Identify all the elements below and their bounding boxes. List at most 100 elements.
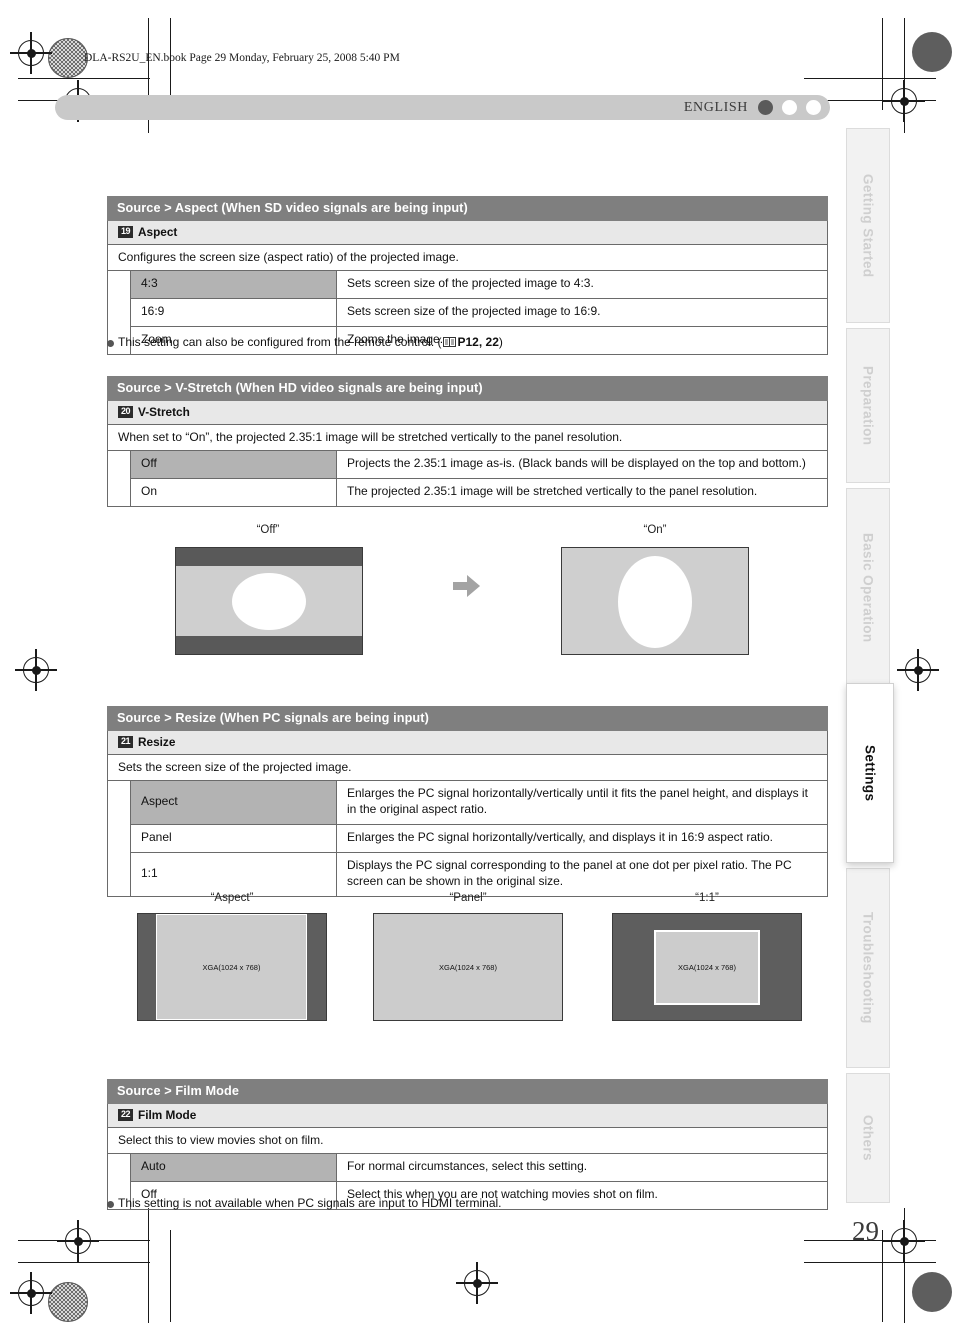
crop-line	[882, 18, 884, 110]
halftone-dot	[48, 1282, 88, 1322]
table-row: 4:3 Sets screen size of the projected im…	[107, 271, 828, 299]
page-indicator-dot-2	[782, 100, 797, 115]
sidebar-item-preparation[interactable]: Preparation	[846, 328, 890, 483]
option-description: Displays the PC signal corresponding to …	[336, 851, 828, 897]
solid-dot	[912, 32, 952, 72]
item-number-badge: 22	[118, 1109, 133, 1121]
sidebar-item-settings[interactable]: Settings	[846, 683, 894, 863]
section-vstretch: Source > V-Stretch (When HD video signal…	[107, 376, 828, 507]
option-name: 1:1	[130, 851, 337, 897]
section-subtitle: Aspect	[138, 225, 178, 239]
note-close-paren: )	[498, 335, 503, 349]
black-band-bottom	[176, 636, 362, 654]
tab-label: Basic Operation	[860, 533, 876, 643]
table-row: Auto For normal circumstances, select th…	[107, 1154, 828, 1182]
language-bar: ENGLISH	[55, 95, 830, 120]
illustration-caption-panel: “Panel”	[449, 892, 487, 904]
crop-line	[882, 1230, 884, 1322]
indent-cell	[107, 451, 131, 479]
signal-area: XGA(1024 x 768)	[374, 914, 562, 1020]
option-name: Off	[130, 451, 337, 479]
section-subheader: 22 Film Mode	[107, 1104, 828, 1128]
tab-label: Settings	[862, 744, 878, 802]
registration-mark	[10, 32, 52, 74]
section-subheader: 19 Aspect	[107, 221, 828, 245]
section-description: When set to “On”, the projected 2.35:1 i…	[107, 425, 828, 451]
crop-line	[804, 1262, 936, 1264]
indent-cell	[107, 1154, 131, 1182]
registration-mark	[10, 1272, 52, 1314]
registration-mark	[883, 80, 925, 122]
item-number-badge: 19	[118, 226, 133, 238]
signal-area: XGA(1024 x 768)	[156, 914, 307, 1020]
note-page-ref[interactable]: P12, 22	[458, 335, 499, 349]
option-description: Projects the 2.35:1 image as-is. (Black …	[336, 451, 828, 479]
illustration-caption-one-to-one: “1:1”	[695, 892, 719, 904]
table-row: Off Projects the 2.35:1 image as-is. (Bl…	[107, 451, 828, 479]
option-description: Enlarges the PC signal horizontally/vert…	[336, 823, 828, 853]
section-description: Configures the screen size (aspect ratio…	[107, 245, 828, 271]
signal-label: XGA(1024 x 768)	[439, 962, 497, 972]
item-number-badge: 20	[118, 406, 133, 418]
option-name: Aspect	[130, 781, 337, 825]
section-aspect: Source > Aspect (When SD video signals a…	[107, 196, 828, 355]
note-aspect: This setting can also be configured from…	[107, 335, 807, 349]
registration-mark	[883, 1220, 925, 1262]
indent-cell	[107, 824, 131, 853]
screen-vstretch-off	[175, 547, 363, 655]
screen-resize-one-to-one: XGA(1024 x 768)	[612, 913, 802, 1021]
section-film-mode: Source > Film Mode 22 Film Mode Select t…	[107, 1079, 828, 1210]
registration-mark	[57, 1220, 99, 1262]
side-tab-nav[interactable]: Getting Started Preparation Basic Operat…	[846, 128, 894, 1203]
illustration-caption-off: “Off”	[256, 524, 280, 536]
note-film-mode: This setting is not available when PC si…	[107, 1196, 807, 1210]
tab-label: Others	[860, 1115, 876, 1161]
book-icon	[442, 337, 456, 347]
note-text: This setting can also be configured from…	[118, 335, 442, 349]
options-table: Aspect Enlarges the PC signal horizontal…	[107, 781, 828, 897]
indent-cell	[107, 852, 131, 897]
section-subtitle: V-Stretch	[138, 405, 190, 419]
item-number-badge: 21	[118, 736, 133, 748]
signal-label: XGA(1024 x 768)	[202, 962, 261, 972]
tab-label: Getting Started	[860, 173, 876, 278]
sidebar-item-others[interactable]: Others	[846, 1073, 890, 1203]
section-title: Source > V-Stretch (When HD video signal…	[107, 376, 828, 401]
note-text: This setting is not available when PC si…	[118, 1196, 502, 1210]
sidebar-item-getting-started[interactable]: Getting Started	[846, 128, 890, 323]
tab-label: Preparation	[860, 365, 876, 446]
sidebar-item-basic-operation[interactable]: Basic Operation	[846, 488, 890, 688]
ellipse-shape	[618, 556, 692, 648]
option-description: The projected 2.35:1 image will be stret…	[336, 477, 828, 507]
table-row: 1:1 Displays the PC signal corresponding…	[107, 851, 828, 897]
circle-shape	[232, 573, 306, 630]
screen-resize-panel: XGA(1024 x 768)	[373, 913, 563, 1021]
language-label: ENGLISH	[683, 99, 748, 115]
signal-label: XGA(1024 x 768)	[678, 963, 736, 972]
file-header-line: DLA-RS2U_EN.book Page 29 Monday, Februar…	[84, 52, 400, 64]
table-row: Panel Enlarges the PC signal horizontall…	[107, 823, 828, 853]
section-title: Source > Aspect (When SD video signals a…	[107, 196, 828, 221]
sidebar-item-troubleshooting[interactable]: Troubleshooting	[846, 868, 890, 1068]
black-band-top	[176, 548, 362, 566]
section-subtitle: Resize	[138, 735, 176, 749]
illustration-caption-aspect: “Aspect”	[210, 892, 254, 904]
option-description: Enlarges the PC signal horizontally/vert…	[336, 781, 828, 825]
section-subtitle: Film Mode	[138, 1108, 197, 1122]
page-indicator-dot-3	[806, 100, 821, 115]
page-number: 29	[852, 1216, 879, 1246]
bullet-icon	[107, 1201, 114, 1208]
option-name: Panel	[130, 823, 337, 853]
section-description: Select this to view movies shot on film.	[107, 1128, 828, 1154]
screen-vstretch-on	[561, 547, 749, 655]
right-arrow-icon	[452, 573, 486, 606]
bullet-icon	[107, 340, 114, 347]
section-subheader: 20 V-Stretch	[107, 401, 828, 425]
section-subheader: 21 Resize	[107, 731, 828, 755]
option-description: Sets screen size of the projected image …	[336, 271, 828, 299]
option-name: 4:3	[130, 271, 337, 299]
crop-line	[18, 1262, 150, 1264]
indent-cell	[107, 271, 131, 299]
section-description: Sets the screen size of the projected im…	[107, 755, 828, 781]
option-name: Auto	[130, 1154, 337, 1182]
